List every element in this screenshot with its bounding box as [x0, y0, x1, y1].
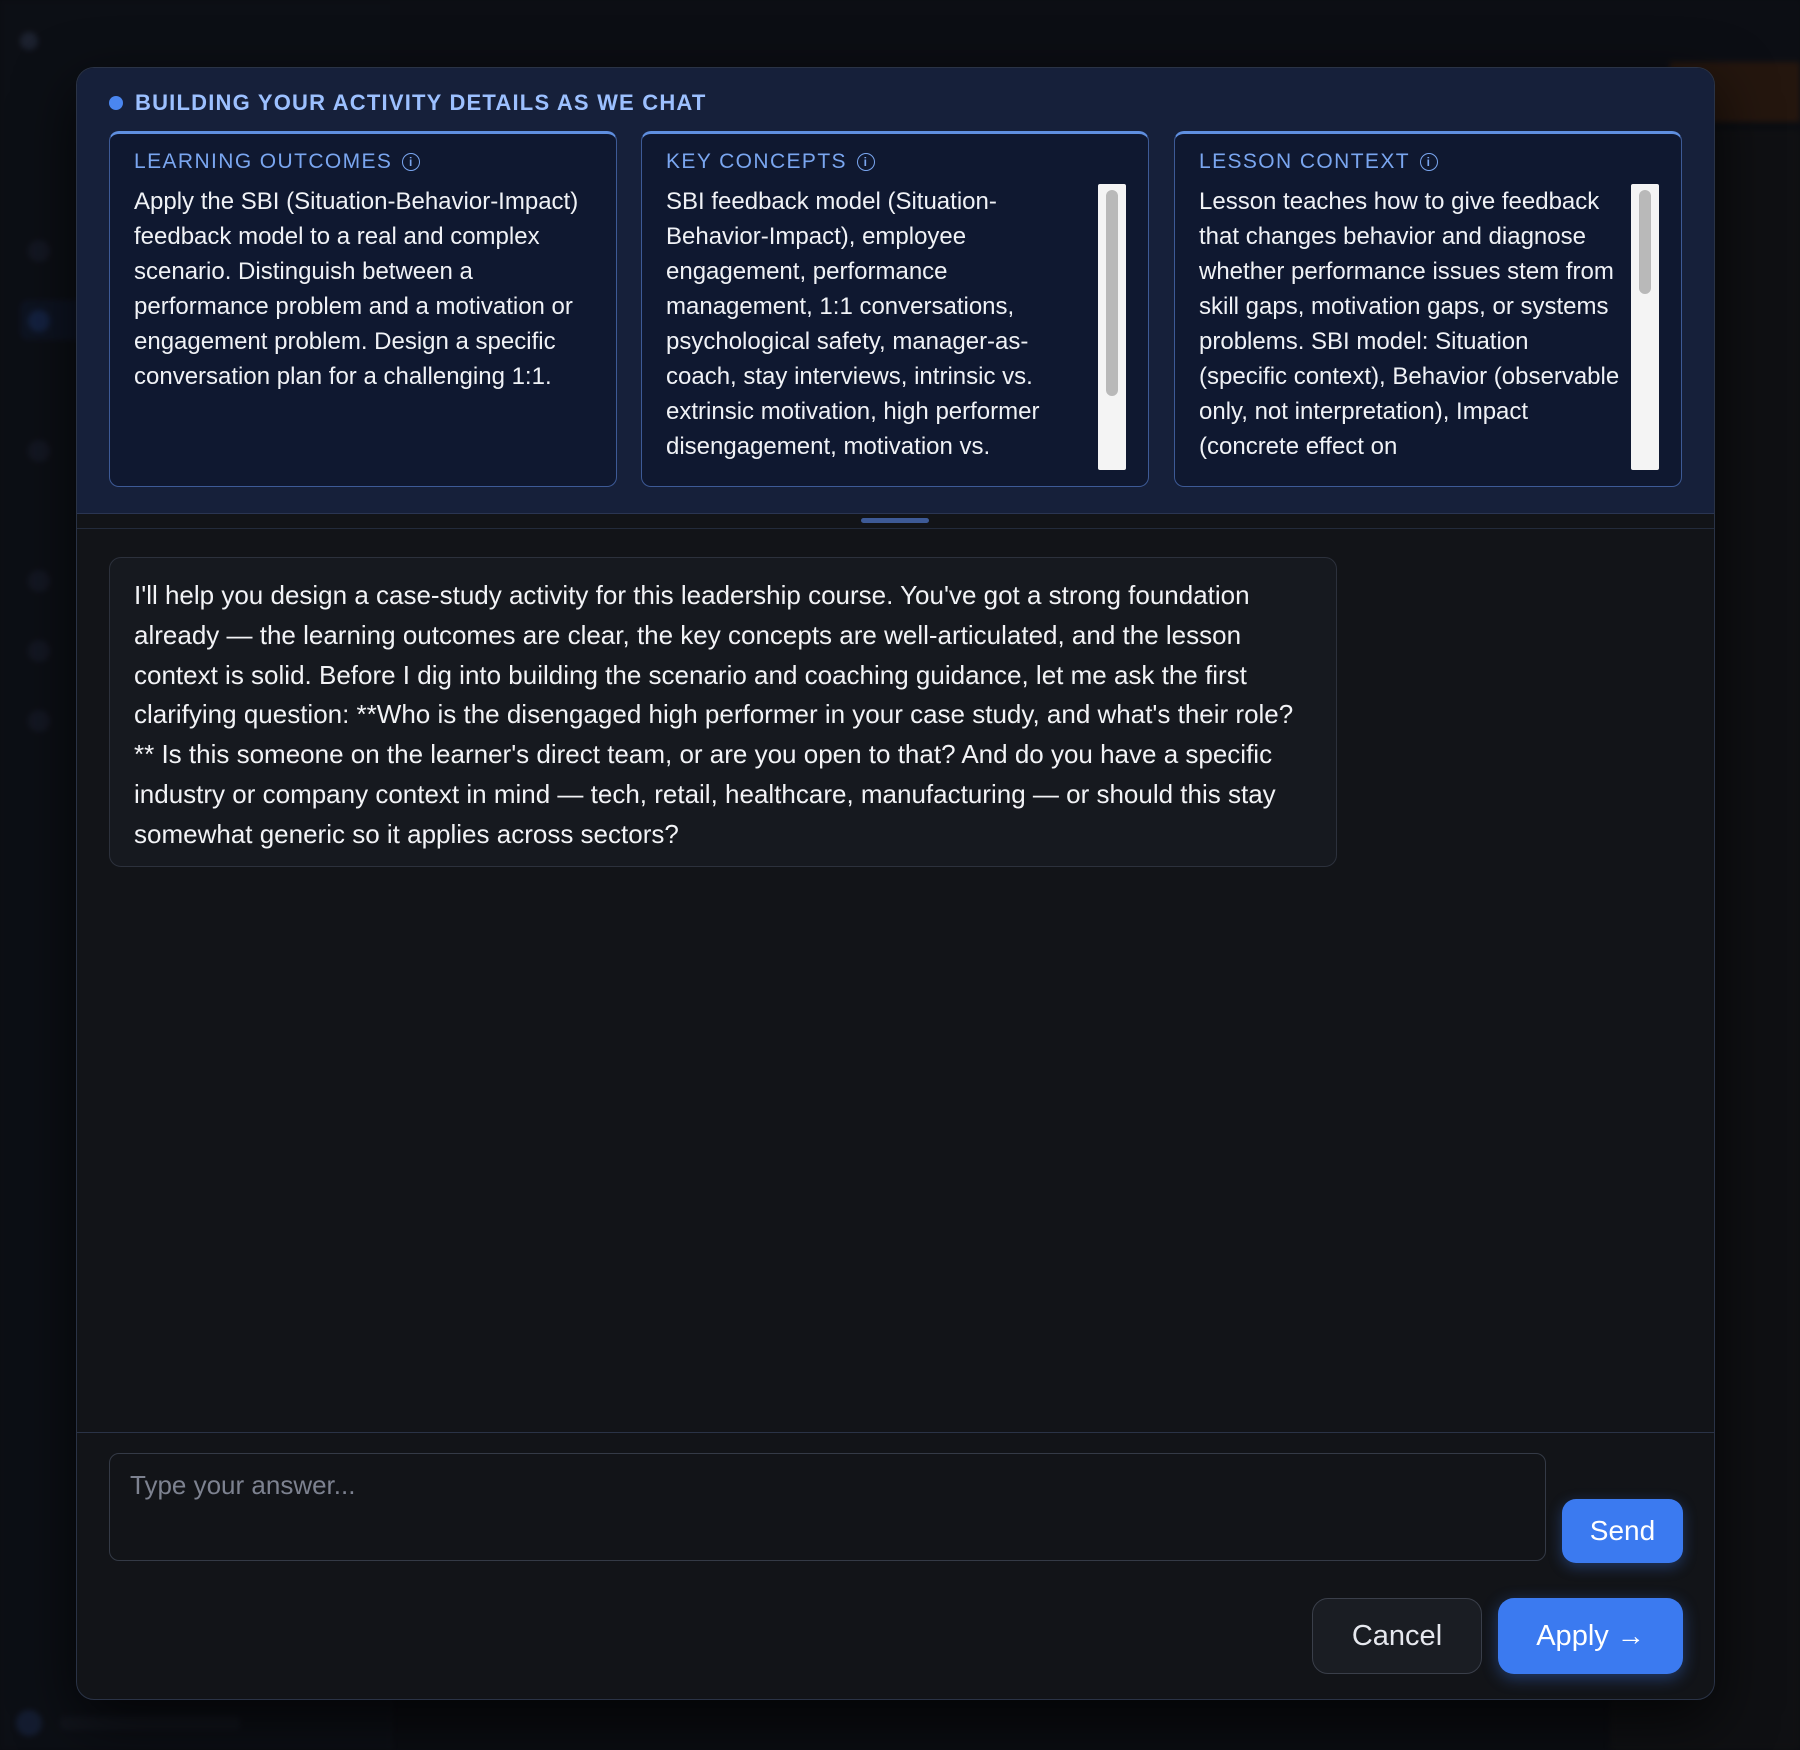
- send-button[interactable]: Send: [1562, 1499, 1683, 1563]
- card-title: KEY CONCEPTS i: [666, 150, 875, 174]
- background-nav-icon: [28, 570, 50, 592]
- arrow-right-icon: →: [1616, 1620, 1645, 1651]
- divider: [77, 528, 1714, 529]
- background-footer: [60, 1716, 240, 1730]
- status-dot-icon: [109, 96, 123, 110]
- lesson-context-scrollbar[interactable]: [1631, 184, 1659, 470]
- resize-handle[interactable]: [861, 518, 929, 523]
- activity-details-panel: BUILDING YOUR ACTIVITY DETAILS AS WE CHA…: [77, 68, 1714, 514]
- background-nav-icon: [28, 440, 50, 462]
- card-title: LESSON CONTEXT i: [1199, 150, 1438, 174]
- details-cards: LEARNING OUTCOMES i Apply the SBI (Situa…: [109, 131, 1683, 489]
- assistant-message: I'll help you design a case-study activi…: [109, 557, 1337, 867]
- background-brand: [50, 28, 57, 56]
- key-concepts-text: SBI feedback model (Situation-Behavior-I…: [666, 188, 1040, 460]
- learning-outcomes-card[interactable]: LEARNING OUTCOMES i Apply the SBI (Situa…: [109, 131, 617, 487]
- background-logo-icon: [20, 32, 38, 50]
- background-nav-icon: [28, 310, 50, 332]
- background-avatar: [16, 1710, 42, 1736]
- learning-outcomes-title: LEARNING OUTCOMES: [134, 150, 393, 173]
- background-nav-icon: [28, 710, 50, 732]
- lesson-context-title: LESSON CONTEXT: [1199, 150, 1410, 173]
- lesson-context-card[interactable]: LESSON CONTEXT i Lesson teaches how to g…: [1174, 131, 1682, 487]
- key-concepts-card[interactable]: KEY CONCEPTS i SBI feedback model (Situa…: [641, 131, 1149, 487]
- cancel-button[interactable]: Cancel: [1312, 1598, 1482, 1674]
- apply-label: Apply: [1536, 1619, 1609, 1652]
- key-concepts-scrollbar[interactable]: [1098, 184, 1126, 470]
- answer-input[interactable]: [109, 1453, 1546, 1561]
- info-icon[interactable]: i: [402, 153, 421, 171]
- status-header: BUILDING YOUR ACTIVITY DETAILS AS WE CHA…: [109, 90, 707, 116]
- background-nav-icon: [28, 240, 50, 262]
- lesson-context-text: Lesson teaches how to give feedback that…: [1199, 188, 1620, 460]
- info-icon[interactable]: i: [1419, 153, 1438, 171]
- status-text: BUILDING YOUR ACTIVITY DETAILS AS WE CHA…: [135, 90, 707, 115]
- scroll-thumb[interactable]: [1639, 190, 1651, 294]
- learning-outcomes-text: Apply the SBI (Situation-Behavior-Impact…: [134, 188, 579, 390]
- background-nav-icon: [28, 640, 50, 662]
- key-concepts-title: KEY CONCEPTS: [666, 150, 847, 173]
- composer-divider: [77, 1432, 1714, 1433]
- apply-button[interactable]: Apply →: [1498, 1598, 1683, 1674]
- scroll-thumb[interactable]: [1106, 190, 1118, 396]
- info-icon[interactable]: i: [856, 153, 875, 171]
- activity-chat-modal: BUILDING YOUR ACTIVITY DETAILS AS WE CHA…: [76, 67, 1715, 1700]
- card-title: LEARNING OUTCOMES i: [134, 150, 421, 174]
